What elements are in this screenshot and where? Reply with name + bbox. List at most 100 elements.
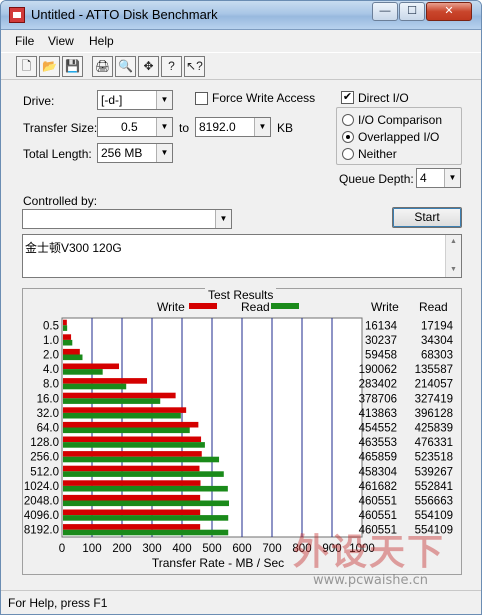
read-bar [63, 339, 73, 346]
description-scrollbar[interactable]: ▲ ▼ [445, 235, 461, 277]
force-write-checkbox[interactable] [195, 92, 208, 105]
watermark-url: www.pcwaishe.cn [313, 573, 428, 588]
y-tick-label: 2.0 [43, 350, 59, 362]
x-tick-label: 400 [172, 543, 191, 555]
read-bar [63, 383, 127, 390]
chevron-down-icon[interactable]: ▼ [156, 91, 172, 109]
window-title: Untitled - ATTO Disk Benchmark [31, 7, 218, 22]
write-value: 458304 [359, 466, 398, 478]
open-icon[interactable]: 📂 [39, 56, 60, 77]
start-button[interactable]: Start [392, 207, 462, 228]
read-value: 214057 [415, 379, 453, 391]
chevron-down-icon[interactable]: ▼ [156, 118, 172, 136]
maximize-button[interactable]: ☐ [399, 2, 425, 21]
write-bar [63, 334, 72, 340]
read-value: 68303 [421, 350, 453, 362]
queue-depth-select[interactable]: 4 ▼ [416, 168, 461, 188]
kb-label: KB [277, 121, 294, 135]
close-button[interactable]: ✕ [426, 2, 472, 21]
description-text: 金士顿V300 120G [25, 241, 122, 255]
read-value: 554109 [415, 510, 453, 522]
chevron-down-icon[interactable]: ▼ [215, 210, 231, 228]
context-help-icon[interactable]: ↖? [184, 56, 205, 77]
read-value: 539267 [415, 466, 453, 478]
y-tick-label: 8.0 [43, 379, 59, 391]
read-bar [63, 369, 103, 375]
x-tick-label: 900 [322, 543, 341, 555]
read-bar [63, 427, 190, 434]
toolbar: 🗋 📂 💾 🖨 🔍 ✥ ? ↖? [1, 52, 481, 80]
transfer-size-label: Transfer Size: [23, 121, 98, 135]
save-icon[interactable]: 💾 [62, 56, 83, 77]
app-window: Untitled - ATTO Disk Benchmark — ☐ ✕ Fil… [0, 0, 482, 615]
move-icon[interactable]: ✥ [138, 56, 159, 77]
write-value: 378706 [359, 393, 397, 405]
chevron-down-icon[interactable]: ▼ [444, 169, 460, 187]
force-write-label: Force Write Access [212, 91, 316, 105]
minimize-button[interactable]: — [372, 2, 398, 21]
read-value: 425839 [415, 423, 453, 435]
read-value: 552841 [415, 481, 453, 493]
y-tick-label: 16.0 [37, 393, 59, 405]
write-bar [63, 494, 201, 501]
drive-label: Drive: [23, 94, 55, 108]
description-textarea[interactable]: 金士顿V300 120G ▲ ▼ [22, 234, 462, 278]
write-value: 460551 [359, 496, 397, 508]
queue-depth-label: Queue Depth: [339, 172, 414, 186]
print-icon[interactable]: 🖨 [92, 56, 113, 77]
write-bar [63, 524, 201, 530]
menu-view[interactable]: View [48, 34, 74, 48]
new-icon[interactable]: 🗋 [16, 56, 37, 77]
read-bar [63, 471, 224, 477]
write-value: 454552 [359, 423, 397, 435]
x-tick-label: 1000 [349, 543, 375, 555]
to-label: to [179, 121, 190, 135]
drive-select[interactable]: [-d-] ▼ [97, 90, 173, 110]
x-tick-label: 800 [292, 543, 311, 555]
write-value: 465859 [359, 452, 397, 464]
menu-help[interactable]: Help [89, 34, 114, 48]
io-comparison-radio[interactable] [342, 114, 354, 126]
transfer-size-to-select[interactable]: 8192.0 ▼ [195, 117, 271, 137]
write-value: 30237 [365, 335, 397, 347]
write-bar [63, 378, 148, 384]
read-value: 396128 [415, 408, 453, 420]
read-value: 34304 [421, 335, 454, 347]
write-bar [63, 436, 202, 443]
read-bar [63, 500, 229, 507]
y-tick-label: 256.0 [30, 452, 59, 464]
read-bar [63, 354, 83, 361]
read-bar [63, 485, 228, 492]
status-text: For Help, press F1 [8, 596, 108, 610]
write-bar [63, 421, 199, 428]
write-bar [63, 319, 67, 326]
menu-bar: File View Help [1, 31, 481, 51]
chevron-down-icon[interactable]: ▼ [254, 118, 270, 136]
read-bar [63, 515, 229, 521]
write-value: 463553 [359, 437, 397, 449]
neither-radio[interactable] [342, 148, 354, 160]
scroll-down-icon[interactable]: ▼ [446, 263, 461, 277]
app-icon [9, 7, 25, 23]
title-bar[interactable]: Untitled - ATTO Disk Benchmark — ☐ ✕ [1, 1, 481, 30]
overlapped-io-radio[interactable] [342, 131, 354, 143]
scroll-up-icon[interactable]: ▲ [446, 235, 461, 249]
y-tick-label: 32.0 [37, 408, 59, 420]
x-tick-label: 600 [232, 543, 251, 555]
controlled-by-select[interactable]: ▼ [22, 209, 232, 229]
transfer-size-from-select[interactable]: 0.5 ▼ [97, 117, 173, 137]
x-tick-label: 500 [202, 543, 221, 555]
read-value: 476331 [415, 437, 453, 449]
total-length-select[interactable]: 256 MB ▼ [97, 143, 173, 163]
write-bar [63, 363, 120, 370]
status-bar: For Help, press F1 [1, 590, 481, 614]
print-preview-icon[interactable]: 🔍 [115, 56, 136, 77]
direct-io-label: Direct I/O [358, 91, 409, 105]
direct-io-checkbox[interactable]: ✔ [341, 91, 354, 104]
y-tick-label: 4.0 [43, 364, 59, 376]
write-bar [63, 348, 80, 355]
help-icon[interactable]: ? [161, 56, 182, 77]
chevron-down-icon[interactable]: ▼ [156, 144, 172, 162]
menu-file[interactable]: File [15, 34, 34, 48]
write-value: 460551 [359, 525, 397, 537]
